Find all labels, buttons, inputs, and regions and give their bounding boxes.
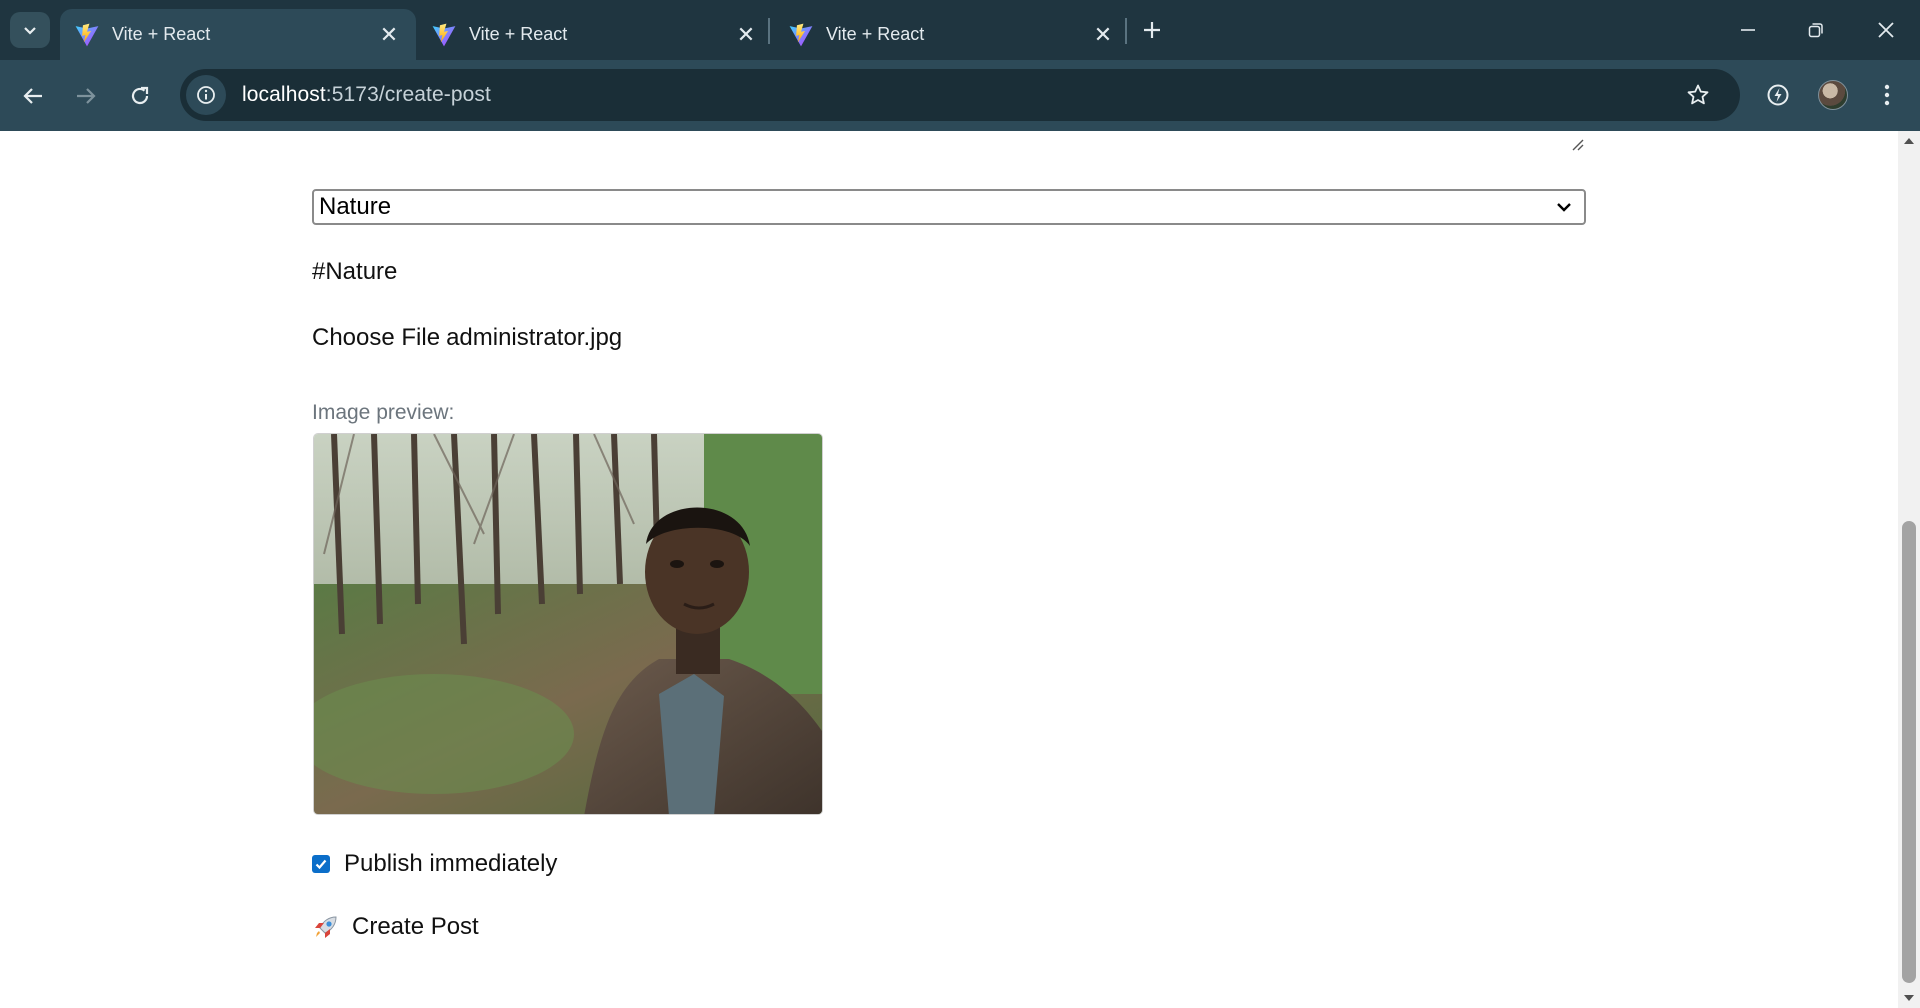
tab-1[interactable]: Vite + React ✕ [60, 9, 416, 60]
url-text: localhost:5173/create-post [242, 83, 491, 107]
forward-button[interactable] [66, 76, 106, 116]
reload-icon [131, 86, 149, 105]
tab-close-icon[interactable]: ✕ [733, 22, 759, 48]
scroll-up-button[interactable] [1898, 131, 1920, 151]
restore-button[interactable] [1782, 0, 1850, 60]
triangle-up-icon [1904, 138, 1914, 144]
tab-title: Vite + React [112, 24, 211, 44]
page-content: Nature #Nature Choose File administrator… [0, 131, 1898, 1008]
publish-label[interactable]: Publish immediately [344, 850, 557, 878]
tab-strip: Vite + React ✕ Vite + React ✕ Vite + Rea… [0, 0, 1920, 60]
tab-title: Vite + React [469, 24, 568, 44]
arrow-left-icon [23, 88, 42, 104]
reload-button[interactable] [120, 76, 160, 116]
avatar [1818, 80, 1848, 110]
profile-button[interactable] [1812, 74, 1854, 116]
image-preview [313, 433, 823, 815]
checkmark-icon [315, 859, 327, 870]
close-window-button[interactable] [1852, 0, 1920, 60]
url-path: :5173/create-post [325, 83, 491, 106]
publish-checkbox[interactable] [312, 855, 330, 873]
vite-logo-icon [789, 23, 813, 46]
info-icon [197, 86, 215, 104]
file-name: administrator.jpg [446, 324, 623, 351]
vite-logo-icon [75, 23, 99, 46]
arrow-right-icon [77, 88, 96, 104]
image-preview-label: Image preview: [312, 401, 455, 424]
scroll-down-button[interactable] [1898, 988, 1920, 1008]
plus-icon [1144, 22, 1160, 38]
choose-file-button[interactable]: Choose File [312, 324, 440, 352]
tab-separator [1125, 18, 1127, 44]
star-icon [1687, 84, 1709, 105]
publish-row: Publish immediately [312, 850, 557, 878]
category-selected-value: Nature [319, 193, 392, 220]
create-post-button[interactable]: Create Post [312, 913, 479, 941]
file-input[interactable]: Choose File administrator.jpg [312, 324, 622, 352]
tab-close-icon[interactable]: ✕ [376, 22, 402, 48]
create-post-label: Create Post [352, 913, 479, 940]
chevron-down-icon [1557, 203, 1571, 212]
chevron-down-icon [24, 27, 36, 35]
bookmark-button[interactable] [1680, 77, 1716, 113]
url-host: localhost [242, 83, 326, 106]
page-scrollbar[interactable] [1898, 131, 1920, 1008]
tab-separator [768, 18, 770, 44]
tab-search-button[interactable] [10, 12, 50, 48]
triangle-down-icon [1904, 995, 1914, 1001]
site-info-button[interactable] [186, 75, 226, 115]
minimize-icon [1741, 29, 1755, 31]
minimize-button[interactable] [1714, 0, 1782, 60]
category-select[interactable]: Nature [312, 189, 1586, 225]
tab-3[interactable]: Vite + React ✕ [774, 9, 1130, 60]
textarea-resize-icon[interactable] [1570, 137, 1584, 151]
back-button[interactable] [13, 76, 53, 116]
tab-2[interactable]: Vite + React ✕ [417, 9, 773, 60]
browser-menu-button[interactable] [1866, 74, 1908, 116]
new-tab-button[interactable] [1136, 14, 1168, 46]
preview-photo [314, 434, 822, 814]
tab-title: Vite + React [826, 24, 925, 44]
scroll-thumb[interactable] [1902, 521, 1916, 983]
rocket-icon [315, 916, 337, 938]
extension-button[interactable] [1757, 74, 1799, 116]
tab-close-icon[interactable]: ✕ [1090, 22, 1116, 48]
extension-icon [1767, 84, 1789, 106]
close-icon [1878, 22, 1894, 38]
kebab-menu-icon [1884, 84, 1890, 106]
vite-logo-icon [432, 23, 456, 46]
hashtag-text: #Nature [312, 258, 398, 285]
address-bar[interactable]: localhost:5173/create-post [180, 69, 1740, 121]
restore-icon [1808, 23, 1823, 38]
